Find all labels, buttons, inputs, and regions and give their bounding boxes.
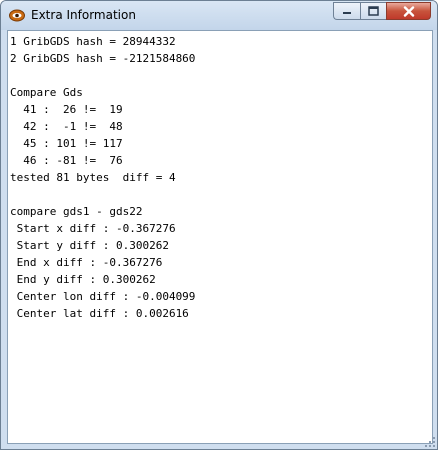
log-line: Start x diff : -0.367276 (10, 222, 176, 235)
close-icon (403, 5, 414, 17)
log-line: End x diff : -0.367276 (10, 256, 163, 269)
caption-buttons (333, 2, 431, 21)
title-bar[interactable]: Extra Information (1, 1, 437, 30)
log-line: End y diff : 0.300262 (10, 273, 156, 286)
extra-information-window: Extra Information 1 GribGDS hash = 28944… (0, 0, 438, 450)
log-line: tested 81 bytes diff = 4 (10, 171, 176, 184)
log-line: 41 : 26 != 19 (10, 103, 123, 116)
window-title: Extra Information (31, 8, 136, 22)
log-line: Compare Gds (10, 86, 83, 99)
log-line: 45 : 101 != 117 (10, 137, 123, 150)
log-line: 1 GribGDS hash = 28944332 (10, 35, 176, 48)
close-button[interactable] (386, 2, 431, 20)
log-line: compare gds1 - gds22 (10, 205, 143, 218)
log-line: 42 : -1 != 48 (10, 120, 123, 133)
log-line: 2 GribGDS hash = -2121584860 (10, 52, 196, 65)
log-line: 46 : -81 != 76 (10, 154, 123, 167)
minimize-icon (343, 12, 351, 14)
maximize-icon (368, 6, 379, 16)
text-output-area[interactable]: 1 GribGDS hash = 28944332 2 GribGDS hash… (7, 30, 433, 444)
log-line: Center lon diff : -0.004099 (10, 290, 196, 303)
resize-grip-icon[interactable] (424, 436, 436, 448)
info-log: 1 GribGDS hash = 28944332 2 GribGDS hash… (10, 33, 195, 322)
maximize-button[interactable] (360, 2, 386, 20)
log-line: Start y diff : 0.300262 (10, 239, 169, 252)
minimize-button[interactable] (333, 2, 360, 20)
log-line: Center lat diff : 0.002616 (10, 307, 189, 320)
eye-icon (9, 9, 25, 22)
